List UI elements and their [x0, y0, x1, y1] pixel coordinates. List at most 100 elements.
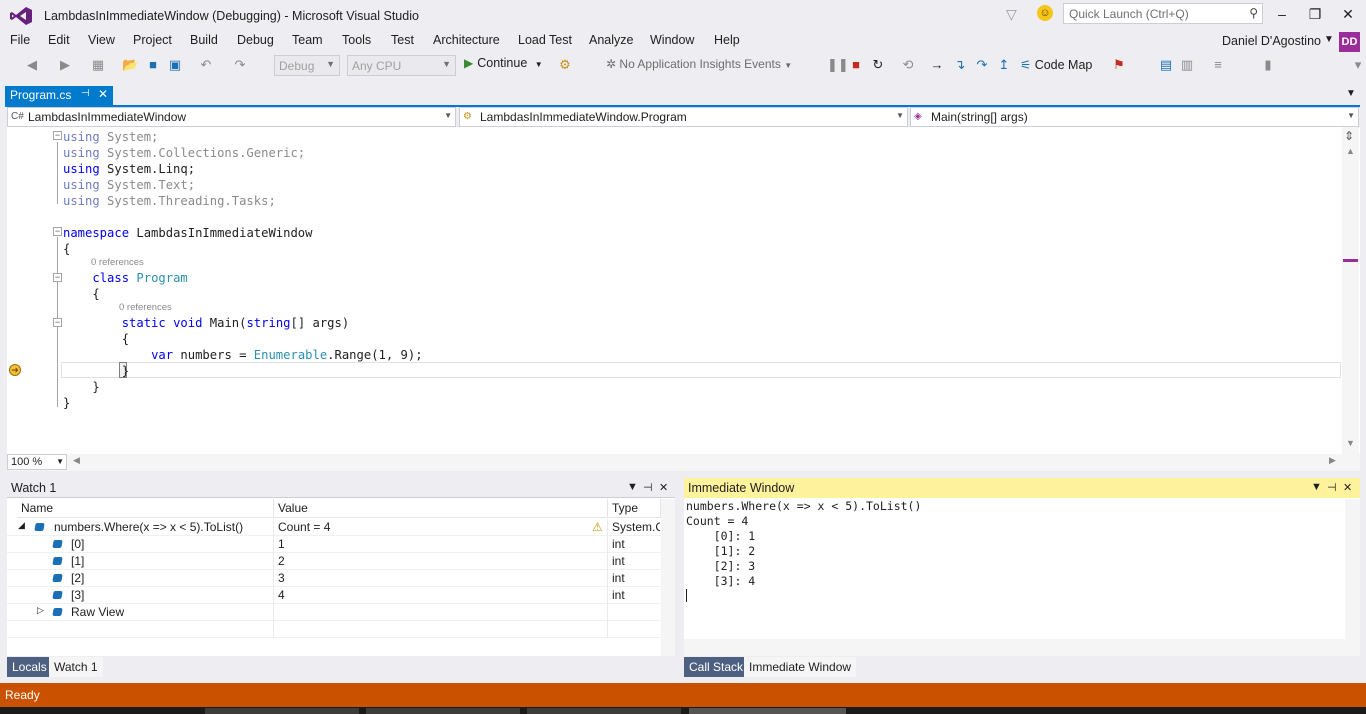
- bookmark-icon[interactable]: ▮: [1260, 57, 1276, 73]
- menu-edit[interactable]: Edit: [48, 33, 70, 47]
- zoom-select[interactable]: 100 % ▼: [7, 454, 67, 470]
- code-line[interactable]: using System;: [63, 129, 158, 145]
- menu-architecture[interactable]: Architecture: [433, 33, 500, 47]
- minimize-button[interactable]: –: [1271, 4, 1293, 24]
- comment-icon[interactable]: ≡: [1210, 57, 1226, 73]
- taskbar-app-button[interactable]: [205, 708, 359, 714]
- taskbar-app-button[interactable]: [689, 708, 846, 714]
- watch-vertical-scrollbar[interactable]: [661, 499, 675, 656]
- codelens-references[interactable]: 0 references: [91, 257, 144, 268]
- column-header-value[interactable]: Value: [274, 499, 608, 518]
- type-nav-select[interactable]: ⚙ LambdasInImmediateWindow.Program ▼: [459, 107, 908, 127]
- tab-call-stack[interactable]: Call Stack: [684, 657, 749, 677]
- code-line[interactable]: var numbers = Enumerable.Range(1, 9);: [63, 347, 423, 363]
- taskbar-app-button[interactable]: [527, 708, 681, 714]
- collapse-triangle-icon[interactable]: ◢: [18, 520, 25, 531]
- step-into-icon[interactable]: ↴: [952, 57, 968, 73]
- table-row[interactable]: [1] 2 int: [7, 553, 661, 570]
- toolbar-layout-icon[interactable]: ▤: [1158, 57, 1174, 73]
- user-name[interactable]: Daniel D'Agostino: [1222, 34, 1321, 48]
- code-line[interactable]: using System.Text;: [63, 177, 195, 193]
- code-line[interactable]: namespace LambdasInImmediateWindow: [63, 225, 312, 241]
- menu-help[interactable]: Help: [714, 33, 740, 47]
- tab-overflow-icon[interactable]: ▼: [1346, 88, 1356, 99]
- tab-locals[interactable]: Locals: [7, 657, 52, 677]
- close-icon[interactable]: ✕: [98, 87, 108, 101]
- navigate-back-icon[interactable]: ◀: [24, 57, 40, 73]
- avatar[interactable]: DD: [1339, 32, 1360, 52]
- table-row[interactable]: [7, 621, 661, 638]
- code-line[interactable]: }: [63, 395, 70, 411]
- solution-platform-select[interactable]: Any CPU ▼: [347, 55, 456, 76]
- table-row[interactable]: [3] 4 int: [7, 587, 661, 604]
- table-row[interactable]: ◢ numbers.Where(x => x < 5).ToList() Cou…: [7, 519, 661, 536]
- quick-launch-input[interactable]: Quick Launch (Ctrl+Q) ⚲: [1063, 3, 1263, 24]
- scroll-up-icon[interactable]: ▲: [1346, 146, 1355, 156]
- collapse-method-icon[interactable]: −: [53, 318, 62, 327]
- pin-icon[interactable]: ⊣: [1327, 481, 1337, 494]
- feedback-smiley-icon[interactable]: ☺: [1037, 5, 1053, 21]
- menu-debug[interactable]: Debug: [237, 33, 274, 47]
- table-row[interactable]: [0] 1 int: [7, 536, 661, 553]
- menu-tools[interactable]: Tools: [342, 33, 371, 47]
- apply-code-changes-icon[interactable]: ⟲: [900, 57, 916, 73]
- immediate-horizontal-scrollbar[interactable]: [684, 639, 1360, 656]
- menu-analyze[interactable]: Analyze: [589, 33, 633, 47]
- menu-file[interactable]: File: [10, 33, 30, 47]
- taskbar-app-button[interactable]: [366, 708, 520, 714]
- scroll-left-icon[interactable]: ◀: [73, 455, 80, 466]
- restore-button[interactable]: ❐: [1304, 4, 1326, 24]
- code-line[interactable]: }: [63, 379, 99, 395]
- menu-project[interactable]: Project: [133, 33, 172, 47]
- stop-debugging-icon[interactable]: ■: [848, 57, 864, 73]
- step-out-icon[interactable]: ↥: [996, 57, 1012, 73]
- close-button[interactable]: ✕: [1337, 4, 1359, 24]
- warning-icon[interactable]: ⚠: [592, 520, 603, 534]
- menu-build[interactable]: Build: [190, 33, 218, 47]
- code-line[interactable]: using System.Collections.Generic;: [63, 145, 305, 161]
- indicator-margin[interactable]: [7, 127, 24, 454]
- codelens-references[interactable]: 0 references: [119, 302, 172, 313]
- close-icon[interactable]: ✕: [659, 481, 668, 494]
- redo-icon[interactable]: ↷: [232, 57, 248, 73]
- window-position-icon[interactable]: ▼: [1311, 481, 1322, 493]
- split-window-icon[interactable]: ⇕: [1344, 129, 1354, 143]
- notification-filter-icon[interactable]: ▽: [1006, 6, 1017, 23]
- menu-team[interactable]: Team: [292, 33, 323, 47]
- scroll-right-icon[interactable]: ▶: [1329, 455, 1336, 466]
- new-project-icon[interactable]: ▦: [90, 57, 106, 73]
- table-row[interactable]: ▷ Raw View: [7, 604, 661, 621]
- step-over-icon[interactable]: ↷: [974, 57, 990, 73]
- open-file-icon[interactable]: 📂: [122, 57, 138, 73]
- immediate-vertical-scrollbar[interactable]: [1345, 499, 1360, 639]
- column-header-name[interactable]: Name: [17, 499, 274, 518]
- menu-load-test[interactable]: Load Test: [518, 33, 572, 47]
- navigate-forward-icon[interactable]: ▶: [57, 57, 73, 73]
- break-all-icon[interactable]: ❚❚: [827, 57, 849, 73]
- restart-icon[interactable]: ↻: [870, 57, 886, 73]
- application-insights-button[interactable]: ✲ No Application Insights Events ▼: [606, 57, 792, 71]
- collapse-usings-icon[interactable]: −: [53, 131, 62, 140]
- code-line[interactable]: {: [63, 241, 70, 257]
- expand-triangle-icon[interactable]: ▷: [37, 605, 44, 616]
- collapse-class-icon[interactable]: −: [53, 273, 62, 282]
- menu-view[interactable]: View: [88, 33, 115, 47]
- code-editor[interactable]: [7, 127, 1360, 454]
- tab-program-cs[interactable]: Program.cs ⊣ ✕: [5, 86, 113, 106]
- pin-icon[interactable]: ⊣: [81, 88, 90, 99]
- solution-configuration-select[interactable]: Debug ▼: [274, 55, 340, 76]
- undo-icon[interactable]: ↶: [198, 57, 214, 73]
- code-line[interactable]: }: [63, 363, 129, 379]
- toolbar-overflow-icon[interactable]: ▾: [1350, 57, 1366, 73]
- code-line[interactable]: {: [63, 331, 129, 347]
- chevron-down-icon[interactable]: ▼: [1324, 34, 1334, 45]
- code-line[interactable]: static void Main(string[] args): [63, 315, 350, 331]
- member-nav-select[interactable]: ◈ Main(string[] args) ▼: [910, 107, 1359, 127]
- tab-immediate-window[interactable]: Immediate Window: [744, 657, 857, 677]
- find-icon[interactable]: ⚙: [557, 57, 573, 73]
- close-icon[interactable]: ✕: [1343, 481, 1352, 494]
- collapse-namespace-icon[interactable]: −: [53, 227, 62, 236]
- save-all-icon[interactable]: ▣: [167, 57, 183, 73]
- continue-button[interactable]: ▶ Continue ▼: [464, 56, 543, 70]
- toolbar-columns-icon[interactable]: ▥: [1179, 57, 1195, 73]
